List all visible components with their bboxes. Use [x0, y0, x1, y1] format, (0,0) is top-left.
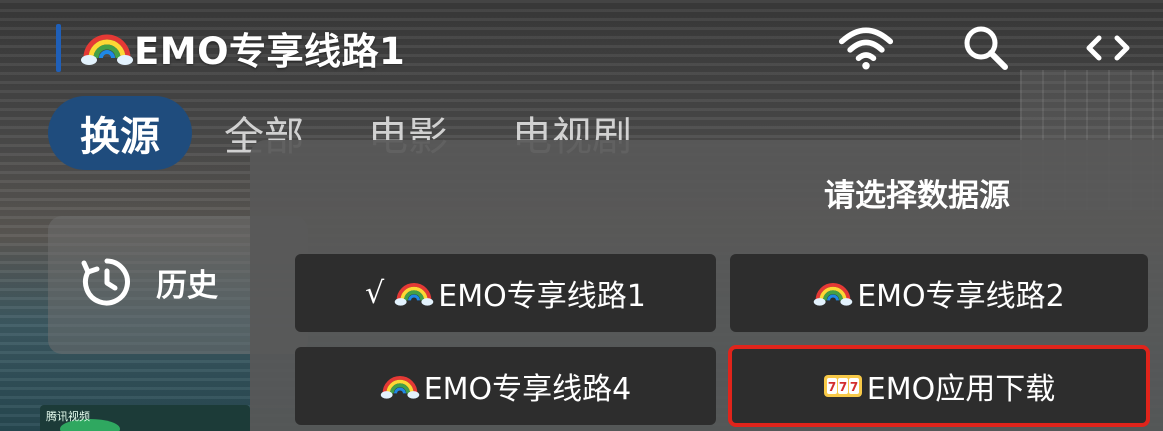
history-icon [81, 258, 130, 306]
wifi-icon [838, 20, 894, 76]
source-option-1[interactable]: √ EMO专享线路1 [295, 254, 716, 332]
selected-check: √ [365, 275, 385, 311]
video-thumbnail[interactable]: 腾讯视频 [40, 405, 250, 431]
page-title: EMO专享线路1 [80, 22, 405, 74]
app-download-label: EMO应用下载 [866, 372, 1056, 407]
svg-text:7: 7 [839, 380, 847, 394]
svg-text:7: 7 [850, 380, 858, 394]
slot-machine-777-icon: 7 7 7 [823, 375, 862, 397]
thumbnail-badge: 腾讯视频 [46, 410, 90, 423]
rainbow-icon [395, 283, 434, 306]
source-option-label: EMO专享线路2 [857, 279, 1065, 314]
code-brackets-icon[interactable] [1080, 20, 1136, 76]
source-option-2[interactable]: EMO专享线路2 [730, 254, 1148, 332]
history-label: 历史 [156, 267, 218, 304]
source-option-label: EMO专享线路4 [423, 372, 632, 407]
rainbow-icon [380, 376, 419, 399]
rainbow-icon [81, 34, 133, 65]
title-text: EMO专享线路1 [134, 30, 406, 73]
source-option-4[interactable]: EMO专享线路4 [295, 347, 716, 425]
source-option-label: EMO专享线路1 [438, 279, 646, 314]
dialog-title: 请选择数据源 [824, 178, 1010, 214]
search-icon[interactable] [958, 20, 1014, 76]
svg-text:7: 7 [828, 380, 836, 394]
history-button[interactable]: 历史 [80, 252, 218, 312]
title-accent-bar [56, 24, 61, 72]
tab-switch-source[interactable]: 换源 [48, 96, 192, 170]
rainbow-icon [813, 283, 853, 306]
app-download-option[interactable]: 7 7 7 EMO应用下载 [728, 345, 1150, 427]
